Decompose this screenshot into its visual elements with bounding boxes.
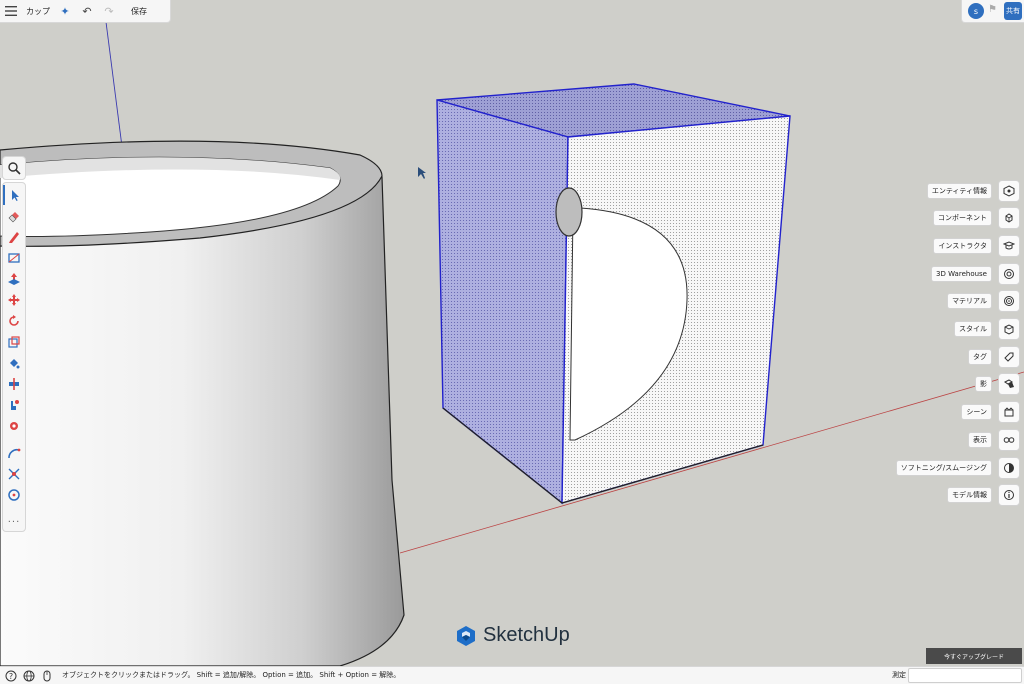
panel-label: コンポーネント [933,210,992,226]
3d-viewport[interactable] [0,0,1024,666]
cup-model [0,140,405,666]
display-icon[interactable] [998,429,1020,451]
tag-icon[interactable] [998,346,1020,368]
arc-icon[interactable] [3,443,25,463]
panel-label: モデル情報 [947,487,992,503]
rotate-icon[interactable] [3,311,25,331]
redo-icon[interactable]: ↷ [98,0,120,22]
hamburger-menu-icon[interactable] [0,0,22,22]
help-icon[interactable]: ? [4,669,17,682]
camera-icon[interactable] [3,416,25,436]
shadow-icon[interactable] [998,373,1020,395]
panel-soften[interactable]: ソフトニング/スムージング [895,457,1020,479]
scale-icon[interactable] [3,332,25,352]
sketchup-logo-icon [457,625,475,646]
search-icon[interactable] [2,156,26,180]
panel-materials[interactable]: マテリアル [947,290,1020,312]
panel-shadows[interactable]: 影 [975,373,1020,395]
panel-label: マテリアル [947,293,992,309]
panel-label: シーン [961,404,992,420]
panel-instructor[interactable]: インストラクタ [933,235,1020,257]
panel-label: ソフトニング/スムージング [895,460,992,476]
move-icon[interactable] [3,290,25,310]
panel-components[interactable]: コンポーネント [933,207,1020,229]
mouse-cursor [418,167,426,179]
warehouse-icon[interactable] [998,263,1020,285]
mouse-icon[interactable] [40,669,53,682]
save-button[interactable]: 保存 [120,0,158,22]
status-bar: ? オブジェクトをクリックまたはドラッグ。 Shift = 追加/解除。 Opt… [0,666,1024,684]
select-tool-icon[interactable] [3,185,25,205]
panel-styles[interactable]: スタイル [954,318,1020,340]
more-tools-label: ... [7,513,21,525]
soften-icon[interactable] [998,457,1020,479]
more-tools-button[interactable]: ... [3,509,25,529]
styles-icon[interactable] [998,318,1020,340]
panel-display[interactable]: 表示 [968,429,1020,451]
info-icon[interactable] [998,484,1020,506]
globe-icon[interactable] [22,669,35,682]
undo-icon[interactable]: ↶ [76,0,98,22]
file-name[interactable]: カップ [22,0,54,22]
flag-icon[interactable]: ⚑ [988,4,1000,16]
measure-label: 測定 [892,671,906,679]
panel-label: 3D Warehouse [931,266,992,282]
left-tool-palette: ... [2,182,26,532]
panel-tags[interactable]: タグ [968,346,1020,368]
paint-bucket-icon[interactable] [3,353,25,373]
zoom-extents-icon[interactable] [3,464,25,484]
svg-text:?: ? [8,672,12,681]
push-pull-icon[interactable] [3,269,25,289]
instructor-icon[interactable] [998,235,1020,257]
components-icon[interactable] [998,207,1020,229]
materials-icon[interactable] [998,290,1020,312]
pencil-icon[interactable] [3,227,25,247]
status-message: オブジェクトをクリックまたはドラッグ。 Shift = 追加/解除。 Optio… [62,671,401,679]
panel-label: 表示 [968,432,992,448]
panel-model-info[interactable]: モデル情報 [947,484,1020,506]
panel-label: スタイル [954,321,992,337]
panel-3d-warehouse[interactable]: 3D Warehouse [931,263,1020,285]
panel-label: エンティティ情報 [926,183,992,199]
panel-scenes[interactable]: シーン [961,401,1020,423]
panel-label: 影 [975,376,992,392]
panel-label: インストラクタ [933,238,992,254]
top-toolbar: カップ ✦ ↶ ↷ 保存 [0,0,171,23]
selected-box-model [436,83,791,505]
eraser-icon[interactable] [3,206,25,226]
rectangle-icon[interactable] [3,248,25,268]
sparkle-icon[interactable]: ✦ [54,0,76,22]
entity-info-icon[interactable] [998,180,1020,202]
orbit-icon[interactable] [3,395,25,415]
share-button[interactable]: 共有 [1004,2,1022,20]
measure-input[interactable] [908,668,1022,683]
section-plane-icon[interactable] [3,374,25,394]
upgrade-button[interactable]: 今すぐアップグレード [926,648,1022,664]
top-right-toolbar: s ⚑ 共有 [961,0,1024,23]
circle-icon[interactable] [3,485,25,505]
logo-text: SketchUp [483,624,570,646]
sketchup-logo: SketchUp [455,624,570,647]
panel-label: タグ [968,349,992,365]
scenes-icon[interactable] [998,401,1020,423]
panel-entity-info[interactable]: エンティティ情報 [926,180,1020,202]
account-avatar[interactable]: s [968,3,984,19]
